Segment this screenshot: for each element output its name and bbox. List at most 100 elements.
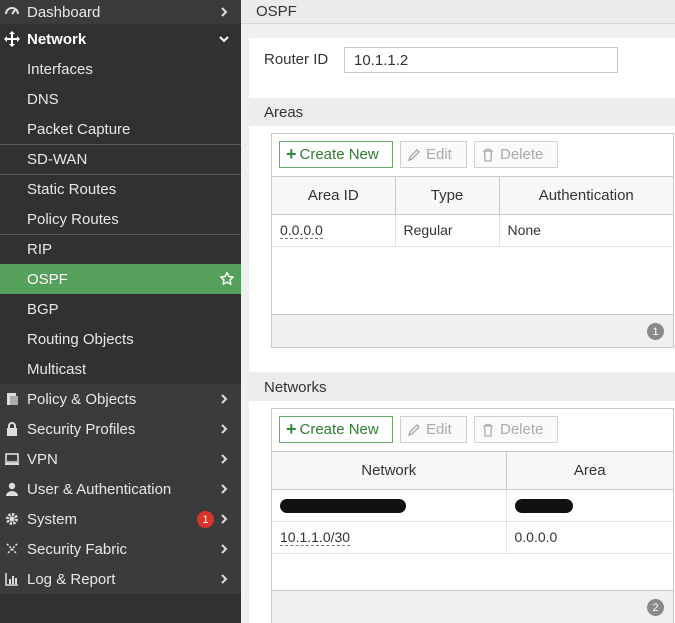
sidebar: Dashboard Network Interfaces DNS Packet … (0, 0, 241, 623)
redacted-area (514, 499, 573, 514)
areas-create-new-button[interactable]: + Create New (279, 141, 393, 168)
sidebar-item-label: Security Profiles (27, 420, 136, 438)
sidebar-item-dns[interactable]: DNS (0, 84, 241, 114)
chevron-right-icon (221, 394, 228, 404)
sidebar-item-label: RIP (27, 241, 53, 258)
areas-table: Area ID Type Authentication 0.0.0.0 Regu… (272, 177, 673, 247)
page-title: OSPF (241, 0, 675, 24)
networks-table: Network Area 10.1.1.0/30 0.0.0.0 (272, 452, 673, 554)
column-header-area-id[interactable]: Area ID (272, 177, 396, 215)
plus-icon: + (286, 419, 297, 439)
table-row[interactable] (272, 489, 673, 522)
networks-table-footer: 2 (272, 590, 673, 623)
table-row[interactable]: 0.0.0.0 Regular None (272, 214, 673, 247)
pencil-icon (407, 148, 420, 161)
lock-icon (4, 421, 20, 437)
table-row[interactable]: 10.1.1.0/30 0.0.0.0 (272, 521, 673, 554)
areas-section-title: Areas (249, 98, 675, 126)
sidebar-item-label: BGP (27, 300, 59, 318)
sidebar-item-bgp[interactable]: BGP (0, 294, 241, 324)
type-cell: Regular (395, 214, 500, 247)
dashboard-icon (4, 4, 20, 20)
trash-icon (483, 148, 493, 162)
areas-table-box: + Create New Edit Delete Area ID Type Aut… (271, 133, 674, 348)
networks-create-new-button[interactable]: + Create New (279, 416, 393, 443)
button-label: Create New (299, 146, 379, 163)
sidebar-item-label: Routing Objects (27, 330, 134, 348)
column-header-area[interactable]: Area (506, 452, 673, 490)
sidebar-item-network[interactable]: Network (0, 24, 241, 54)
sidebar-item-dashboard[interactable]: Dashboard (0, 0, 241, 24)
chevron-right-icon (221, 544, 228, 554)
sidebar-item-policy-objects[interactable]: Policy & Objects (0, 384, 241, 414)
areas-toolbar: + Create New Edit Delete (272, 134, 673, 177)
sidebar-item-user-authentication[interactable]: User & Authentication (0, 474, 241, 504)
chevron-right-icon (221, 574, 228, 584)
networks-edit-button[interactable]: Edit (400, 416, 467, 443)
network-icon (4, 31, 20, 47)
networks-table-box: + Create New Edit Delete Network Area 10… (271, 408, 674, 623)
networks-delete-button[interactable]: Delete (474, 416, 558, 443)
chevron-right-icon (221, 454, 228, 464)
sidebar-item-label: Policy & Objects (27, 390, 137, 408)
sidebar-item-label: User & Authentication (27, 480, 172, 498)
chevron-right-icon (221, 7, 228, 17)
sidebar-item-security-fabric[interactable]: Security Fabric (0, 534, 241, 564)
fabric-icon (4, 541, 20, 557)
pencil-icon (407, 423, 420, 436)
areas-edit-button[interactable]: Edit (400, 141, 467, 168)
networks-toolbar: + Create New Edit Delete (272, 409, 673, 452)
row-count-badge: 2 (647, 599, 664, 616)
chevron-right-icon (221, 514, 228, 524)
sidebar-item-sd-wan[interactable]: SD-WAN (0, 144, 241, 174)
networks-section-title: Networks (249, 373, 675, 401)
sidebar-item-packet-capture[interactable]: Packet Capture (0, 114, 241, 144)
plus-icon: + (286, 144, 297, 164)
area-id-cell[interactable]: 0.0.0.0 (280, 222, 323, 239)
column-header-type[interactable]: Type (395, 177, 500, 215)
sidebar-item-label: Security Fabric (27, 540, 128, 558)
sidebar-item-rip[interactable]: RIP (0, 234, 241, 264)
router-id-value: 10.1.1.2 (354, 51, 409, 69)
monitor-icon (4, 451, 20, 467)
network-cell[interactable]: 10.1.1.0/30 (280, 529, 351, 546)
sidebar-item-label: Network (27, 30, 87, 48)
redacted-network (280, 499, 406, 514)
router-id-input[interactable]: 10.1.1.2 (344, 47, 618, 73)
area-cell: 0.0.0.0 (506, 521, 673, 554)
sidebar-item-policy-routes[interactable]: Policy Routes (0, 204, 241, 234)
sidebar-item-label: Policy Routes (27, 210, 119, 228)
button-label: Edit (426, 421, 452, 438)
star-icon[interactable] (219, 271, 235, 287)
areas-delete-button[interactable]: Delete (474, 141, 558, 168)
sidebar-item-routing-objects[interactable]: Routing Objects (0, 324, 241, 354)
sidebar-item-label: Interfaces (27, 60, 93, 78)
sidebar-item-label: Packet Capture (27, 120, 131, 138)
row-count-badge: 1 (647, 323, 664, 340)
column-header-network[interactable]: Network (272, 452, 507, 490)
chart-icon (4, 571, 20, 587)
trash-icon (483, 423, 493, 437)
sidebar-item-label: Multicast (27, 360, 87, 378)
sidebar-item-system[interactable]: System 1 (0, 504, 241, 534)
user-icon (4, 481, 20, 497)
button-label: Edit (426, 146, 452, 163)
sidebar-item-label: VPN (27, 450, 58, 468)
sidebar-item-log-report[interactable]: Log & Report (0, 564, 241, 594)
sidebar-item-ospf[interactable]: OSPF (0, 264, 241, 294)
column-header-authentication[interactable]: Authentication (499, 177, 673, 215)
sidebar-item-multicast[interactable]: Multicast (0, 354, 241, 384)
sidebar-item-interfaces[interactable]: Interfaces (0, 54, 241, 84)
sidebar-item-label: Dashboard (27, 3, 101, 21)
sidebar-item-static-routes[interactable]: Static Routes (0, 174, 241, 204)
sidebar-item-label: SD-WAN (27, 151, 88, 168)
router-id-label: Router ID (264, 51, 329, 68)
chevron-right-icon (221, 424, 228, 434)
notification-badge: 1 (197, 511, 214, 528)
sidebar-item-vpn[interactable]: VPN (0, 444, 241, 474)
policy-icon (4, 391, 20, 407)
sidebar-item-security-profiles[interactable]: Security Profiles (0, 414, 241, 444)
chevron-right-icon (221, 484, 228, 494)
button-label: Create New (299, 421, 379, 438)
button-label: Delete (500, 421, 544, 438)
